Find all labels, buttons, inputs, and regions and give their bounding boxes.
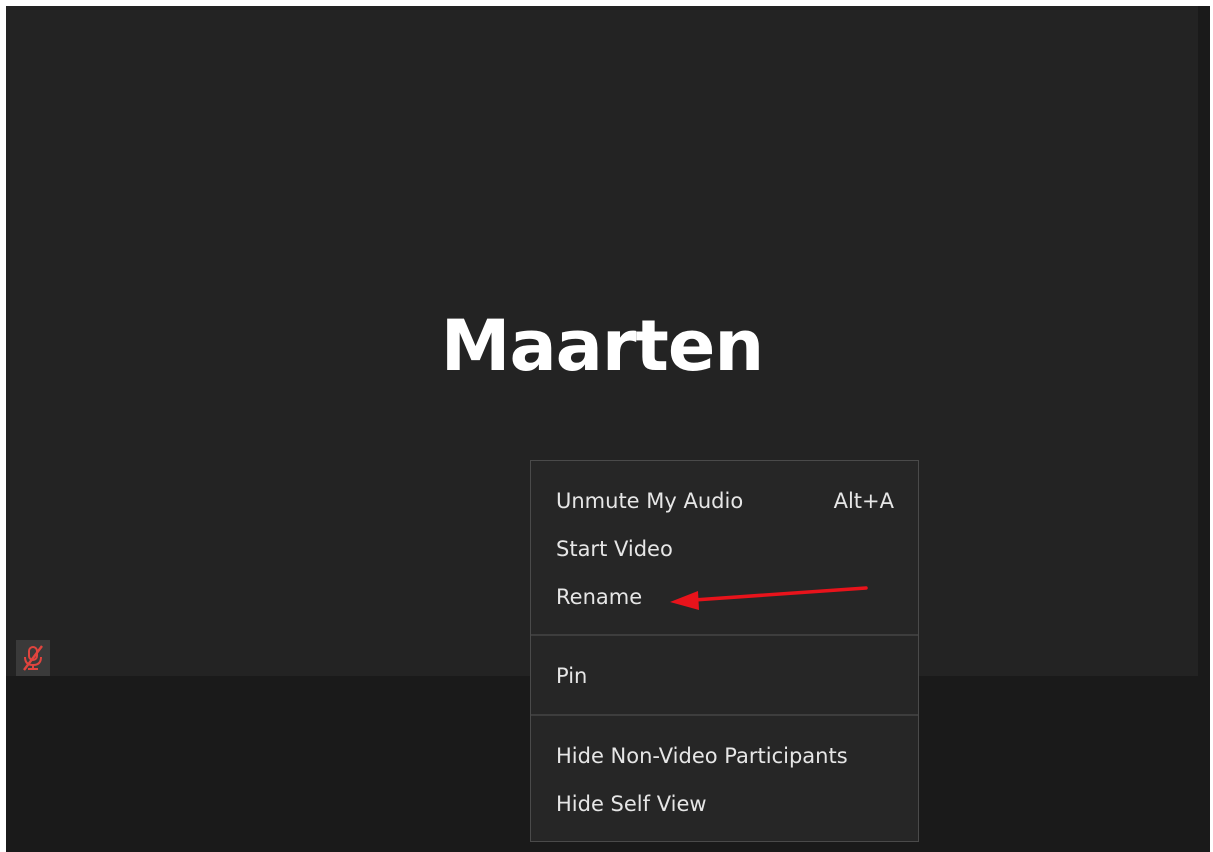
- menu-item-label: Start Video: [556, 537, 673, 561]
- participant-name: Maarten: [440, 305, 764, 387]
- menu-item-pin[interactable]: Pin: [531, 652, 918, 700]
- menu-item-label: Pin: [556, 664, 588, 688]
- menu-item-label: Rename: [556, 585, 643, 609]
- menu-item-start-video[interactable]: Start Video: [531, 525, 918, 573]
- menu-item-rename[interactable]: Rename: [531, 573, 918, 621]
- microphone-muted-glyph: [23, 645, 43, 671]
- menu-item-label: Hide Self View: [556, 792, 707, 816]
- menu-item-hide-non-video[interactable]: Hide Non-Video Participants: [531, 732, 918, 780]
- menu-group-pin: Pin: [531, 634, 918, 714]
- participant-context-menu: Unmute My Audio Alt+A Start Video Rename…: [530, 460, 919, 842]
- menu-group-media: Unmute My Audio Alt+A Start Video Rename: [531, 461, 918, 634]
- menu-item-hide-self-view[interactable]: Hide Self View: [531, 780, 918, 828]
- menu-item-unmute-audio[interactable]: Unmute My Audio Alt+A: [531, 477, 918, 525]
- menu-group-view: Hide Non-Video Participants Hide Self Vi…: [531, 714, 918, 841]
- meeting-window: Maarten Unmute My Audio Alt+A Start Vide…: [6, 6, 1210, 852]
- microphone-muted-icon: [16, 640, 50, 676]
- menu-item-shortcut: Alt+A: [833, 489, 894, 513]
- menu-item-label: Hide Non-Video Participants: [556, 744, 848, 768]
- menu-item-label: Unmute My Audio: [556, 489, 744, 513]
